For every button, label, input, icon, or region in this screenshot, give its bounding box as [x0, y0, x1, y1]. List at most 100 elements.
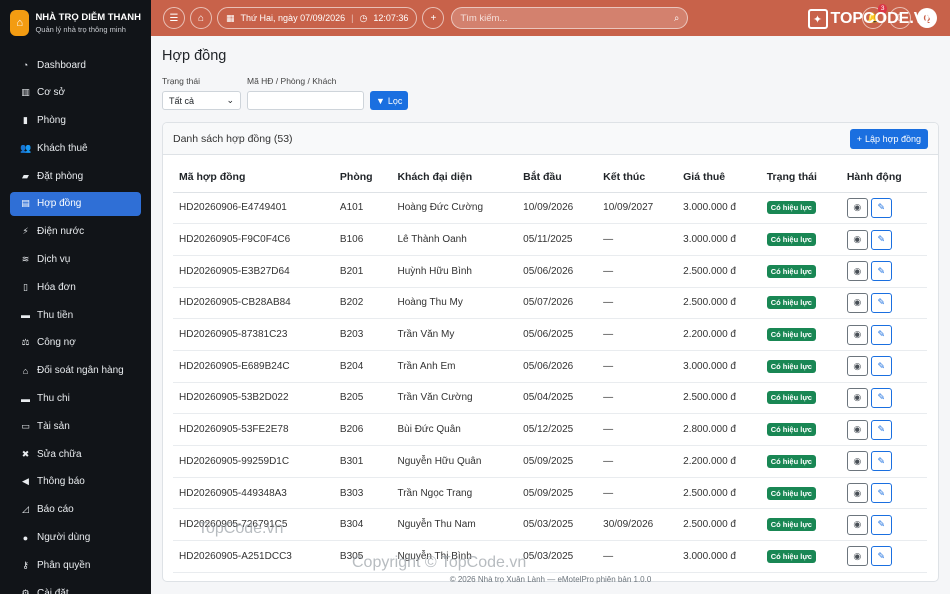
- add-button[interactable]: +: [422, 7, 445, 29]
- edit-icon[interactable]: ✎: [870, 387, 892, 408]
- table-cell: B202: [333, 287, 392, 320]
- watermark-text: TopCode.vn: [198, 520, 284, 537]
- edit-icon[interactable]: ✎: [870, 546, 892, 567]
- edit-icon[interactable]: ✎: [870, 261, 892, 282]
- edit-icon[interactable]: ✎: [870, 292, 892, 313]
- table-cell: HD20260906-E4749401: [173, 192, 334, 225]
- time-text: 12:07:36: [373, 13, 409, 23]
- sidebar-item[interactable]: ◀ Thông báo: [10, 470, 141, 494]
- table-cell: —: [597, 445, 678, 478]
- sidebar-item[interactable]: ≋ Dịch vụ: [10, 248, 141, 272]
- sidebar-item[interactable]: ⚡ Điện nước: [10, 220, 141, 244]
- table-cell: HD20260905-E689B24C: [173, 350, 334, 383]
- table-cell: HD20260905-53B2D022: [173, 382, 334, 415]
- edit-icon[interactable]: ✎: [870, 514, 892, 535]
- sidebar-item[interactable]: ▰ Đặt phòng: [10, 164, 141, 188]
- sidebar-item-label: Dashboard: [37, 59, 86, 71]
- status-select[interactable]: Tất cả ⌄: [162, 91, 241, 110]
- sidebar-item[interactable]: ▤ Hợp đồng: [10, 191, 141, 216]
- status-cell: Có hiệu lực: [760, 255, 841, 288]
- edit-icon[interactable]: ✎: [870, 356, 892, 377]
- search-icon[interactable]: ⌕: [674, 13, 679, 24]
- column-header: Mã hợp đồng: [173, 163, 334, 193]
- table-cell: —: [597, 382, 678, 415]
- edit-icon[interactable]: ✎: [870, 324, 892, 345]
- money-icon: ▬: [21, 310, 30, 321]
- table-cell: 05/04/2025: [517, 382, 598, 415]
- search-box[interactable]: ⌕: [451, 7, 689, 29]
- edit-icon[interactable]: ✎: [870, 483, 892, 504]
- view-icon[interactable]: ◉: [846, 514, 868, 535]
- sidebar-item[interactable]: ▯ Hóa đơn: [10, 275, 141, 299]
- view-icon[interactable]: ◉: [846, 419, 868, 440]
- sidebar-item[interactable]: ⚷ Phân quyền: [10, 553, 141, 577]
- edit-icon[interactable]: ✎: [870, 419, 892, 440]
- search-input[interactable]: [460, 12, 661, 24]
- view-icon[interactable]: ◉: [846, 451, 868, 472]
- topbar: ☰ ⌂ ▦ Thứ Hai, ngày 07/09/2026 | ◷ 12:07…: [151, 0, 950, 36]
- sidebar-item[interactable]: ▮ Phòng: [10, 109, 141, 133]
- view-icon[interactable]: ◉: [846, 197, 868, 218]
- view-icon[interactable]: ◉: [846, 261, 868, 282]
- tools-icon: ✖: [21, 448, 30, 459]
- home-button[interactable]: ⌂: [190, 7, 212, 29]
- actions-cell: ◉ ✎: [840, 540, 927, 573]
- sidebar-item[interactable]: ⌂ Đối soát ngân hàng: [10, 359, 141, 383]
- status-cell: Có hiệu lực: [760, 477, 841, 510]
- table-cell: HD20260905-53FE2E78: [173, 413, 334, 446]
- table-cell: B301: [333, 445, 392, 478]
- book-icon: ▬: [21, 393, 30, 404]
- view-icon[interactable]: ◉: [846, 292, 868, 313]
- status-badge: Có hiệu lực: [766, 518, 816, 532]
- filter-bar: Trạng thái Tất cả ⌄ Mã HĐ / Phòng / Khác…: [162, 76, 939, 110]
- status-badge: Có hiệu lực: [766, 549, 816, 563]
- view-icon[interactable]: ◉: [846, 546, 868, 567]
- add-contract-button[interactable]: + Lập hợp đồng: [849, 128, 928, 149]
- table-cell: 10/09/2026: [517, 192, 598, 225]
- status-badge: Có hiệu lực: [766, 296, 816, 310]
- actions-cell: ◉ ✎: [840, 192, 927, 225]
- sidebar: ⌂ NHÀ TRỌ DIỄM THANH Quản lý nhà trọ thô…: [0, 0, 151, 594]
- debt-icon: ⚖: [21, 337, 30, 348]
- couch-icon: ▭: [21, 420, 30, 431]
- logo-icon: ✦: [807, 9, 828, 29]
- table-cell: 05/03/2025: [517, 508, 598, 542]
- sidebar-item[interactable]: ◿ Báo cáo: [10, 498, 141, 522]
- view-icon[interactable]: ◉: [846, 387, 868, 408]
- sidebar-item[interactable]: ● Người dùng: [10, 526, 141, 550]
- contracts-card: Danh sách hợp đồng (53) + Lập hợp đồng M…: [162, 122, 939, 582]
- sidebar-item-label: Thu chi: [37, 393, 70, 405]
- view-icon[interactable]: ◉: [846, 229, 868, 250]
- menu-toggle-button[interactable]: ☰: [163, 7, 185, 29]
- sidebar-item[interactable]: ✖ Sửa chữa: [10, 442, 141, 466]
- edit-icon[interactable]: ✎: [870, 229, 892, 250]
- table-cell: Trần Ngọc Trang: [391, 477, 518, 510]
- table-cell: 05/06/2025: [517, 318, 598, 351]
- contract-search-field[interactable]: [247, 91, 364, 110]
- sidebar-nav: ◔ Dashboard ▥ Cơ sở ▮ Phòng 👥 Khách thuê ▰ Đặt ph…: [0, 53, 151, 594]
- chart-icon: ◿: [22, 504, 29, 515]
- sidebar-item[interactable]: ▬ Thu chi: [10, 387, 141, 411]
- edit-icon[interactable]: ✎: [870, 451, 892, 472]
- view-icon[interactable]: ◉: [846, 356, 868, 377]
- edit-icon[interactable]: ✎: [870, 197, 892, 218]
- sidebar-item[interactable]: ▬ Thu tiền: [10, 303, 141, 327]
- view-icon[interactable]: ◉: [846, 483, 868, 504]
- topcode-logo: ✦ TOPCODE.VN: [807, 9, 936, 29]
- sidebar-item[interactable]: ⚖ Công nợ: [10, 331, 141, 355]
- table-cell: 10/09/2027: [597, 192, 678, 225]
- contracts-table: Mã hợp đồng Phòng Khách đại diện Bắt đầu Kết…: [173, 163, 927, 573]
- sidebar-item[interactable]: 👥 Khách thuê: [10, 136, 141, 160]
- sidebar-item[interactable]: ◔ Dashboard: [10, 53, 141, 77]
- status-badge: Có hiệu lực: [766, 233, 816, 247]
- table-cell: B201: [333, 255, 392, 288]
- sidebar-item[interactable]: ⚙ Cài đặt: [10, 581, 141, 594]
- sidebar-item[interactable]: ▭ Tài sản: [10, 414, 141, 438]
- filter-button[interactable]: ▼ Lọc: [370, 91, 409, 110]
- key-icon: ⚷: [22, 559, 29, 570]
- view-icon[interactable]: ◉: [846, 324, 868, 345]
- sidebar-item[interactable]: ▥ Cơ sở: [10, 81, 141, 105]
- table-cell: B304: [333, 508, 392, 542]
- brand[interactable]: ⌂ NHÀ TRỌ DIỄM THANH Quản lý nhà trọ thô…: [0, 0, 151, 46]
- table-row: HD20260905-449348A3 B303 Trần Ngọc Trang 05…: [173, 477, 927, 510]
